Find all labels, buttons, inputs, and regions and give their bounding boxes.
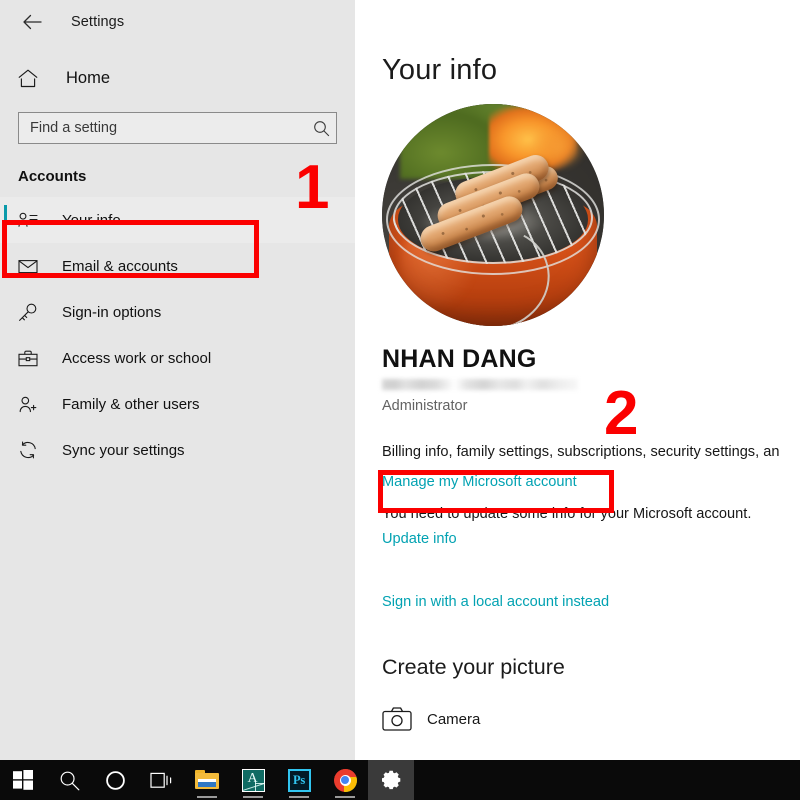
manage-account-row: Manage my Microsoft account — [382, 473, 800, 491]
user-name: NHAN DANG — [382, 345, 800, 374]
chrome-button[interactable] — [322, 760, 368, 800]
sidebar-item-access-work-school-label: Access work or school — [62, 350, 211, 367]
sidebar-item-access-work-school[interactable]: Access work or school — [0, 335, 355, 381]
autocad-button[interactable]: A — [230, 760, 276, 800]
app-title: Settings — [71, 14, 124, 30]
sidebar-item-your-info-label: Your info — [62, 212, 121, 229]
start-button[interactable] — [0, 760, 46, 800]
camera-option-row[interactable]: Camera — [382, 707, 800, 731]
cortana-button[interactable] — [92, 760, 138, 800]
chrome-icon — [334, 769, 357, 792]
search-icon[interactable] — [306, 120, 336, 137]
person-add-icon — [18, 396, 42, 413]
page-title: Your info — [382, 54, 800, 87]
home-icon — [18, 69, 44, 88]
photoshop-icon: Ps — [288, 769, 311, 792]
camera-icon — [382, 707, 422, 731]
taskbar: A Ps — [0, 760, 800, 800]
sidebar-item-sign-in-options[interactable]: Sign-in options — [0, 289, 355, 335]
sidebar-section-heading: Accounts — [18, 168, 355, 185]
user-email-redacted — [382, 379, 578, 390]
sidebar-item-sync-settings-label: Sync your settings — [62, 442, 185, 459]
local-account-row: Sign in with a local account instead — [382, 593, 800, 611]
sidebar-item-sign-in-options-label: Sign-in options — [62, 304, 161, 321]
manage-microsoft-account-link[interactable]: Manage my Microsoft account — [382, 474, 577, 490]
sync-icon — [18, 441, 42, 459]
windows-logo-icon — [13, 770, 33, 790]
sidebar-item-home-label: Home — [66, 69, 110, 88]
gear-icon — [379, 768, 403, 792]
circle-icon — [105, 770, 126, 791]
taskbar-search-button[interactable] — [46, 760, 92, 800]
navigation-pane: Settings Home Accoun — [0, 0, 355, 760]
avatar[interactable] — [382, 104, 604, 326]
settings-screen: Settings Home Accoun — [0, 0, 800, 800]
settings-window: Settings Home Accoun — [0, 0, 800, 760]
search-input[interactable] — [19, 120, 306, 136]
sidebar-item-sync-settings[interactable]: Sync your settings — [0, 427, 355, 473]
sidebar-item-home[interactable]: Home — [0, 58, 355, 98]
task-view-icon — [150, 771, 173, 790]
person-list-icon — [18, 212, 42, 228]
update-info-link[interactable]: Update info — [382, 531, 457, 547]
back-icon[interactable] — [18, 8, 46, 36]
envelope-icon — [18, 259, 42, 274]
autocad-icon: A — [242, 769, 265, 792]
folder-icon — [195, 770, 219, 790]
settings-taskbar-button[interactable] — [368, 760, 414, 800]
sidebar-item-email-accounts-label: Email & accounts — [62, 258, 178, 275]
key-icon — [18, 303, 42, 322]
window-titlebar: Settings — [0, 0, 355, 44]
user-role: Administrator — [382, 398, 800, 414]
briefcase-icon — [18, 350, 42, 367]
photoshop-button[interactable]: Ps — [276, 760, 322, 800]
content-pane: Your info NHAN DANG Administra — [355, 0, 800, 760]
camera-label: Camera — [427, 711, 480, 728]
sign-in-local-account-link[interactable]: Sign in with a local account instead — [382, 594, 609, 610]
create-picture-title: Create your picture — [382, 655, 800, 680]
sidebar-item-family-other-users-label: Family & other users — [62, 396, 200, 413]
search-icon — [59, 770, 80, 791]
sidebar-item-your-info[interactable]: Your info — [0, 197, 355, 243]
sidebar-item-email-accounts[interactable]: Email & accounts — [0, 243, 355, 289]
update-info-row: Update info — [382, 530, 800, 548]
file-explorer-button[interactable] — [184, 760, 230, 800]
update-info-note: You need to update some info for your Mi… — [382, 506, 800, 522]
sidebar-nav-list: Your info Email & accounts — [0, 197, 355, 473]
billing-info-text: Billing info, family settings, subscript… — [382, 444, 800, 460]
sidebar-item-family-other-users[interactable]: Family & other users — [0, 381, 355, 427]
search-box[interactable] — [18, 112, 337, 144]
task-view-button[interactable] — [138, 760, 184, 800]
